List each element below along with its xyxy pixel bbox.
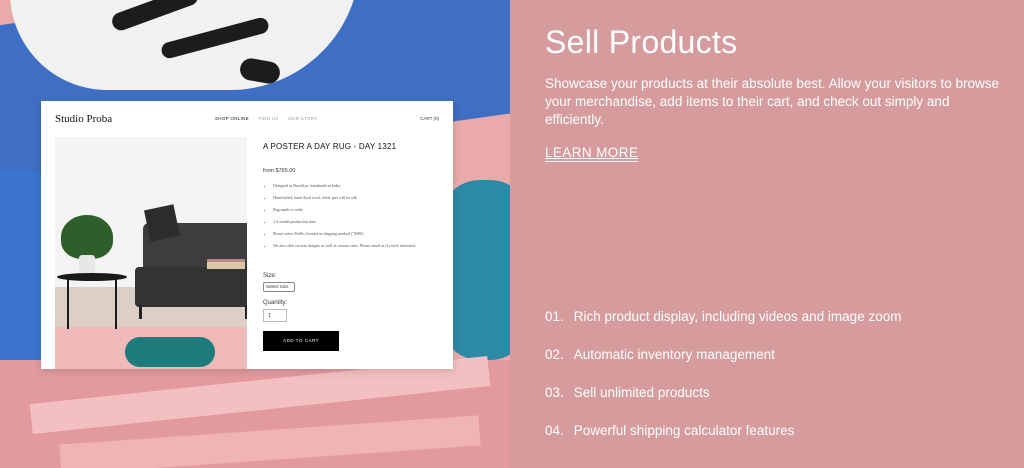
list-item: Rug made to order [273,207,448,212]
list-item: 03. Sell unlimited products [545,385,901,423]
hero-image: Studio Proba SHOP ONLINE FIND US OUR STO… [0,0,510,468]
list-item: 1-2 month production time [273,219,448,224]
list-item: We also offer custom designs as well as … [273,243,448,248]
photo-sofa-seat [135,267,247,307]
mockup-product-price: from $765.00 [263,168,296,174]
mockup-size-label: Size: [263,273,277,279]
mockup-product-bullets: Designed in Brooklyn, handmade in India … [273,183,448,255]
mockup-quantity-label: Quantity: [263,300,288,306]
feature-number: 03. [545,385,564,400]
feature-text: Powerful shipping calculator features [573,423,795,438]
learn-more-link[interactable]: LEARN MORE [545,145,639,162]
zebra-stripe [238,56,282,86]
feature-list: 01. Rich product display, including video… [545,309,901,461]
mockup-quantity-input: 1 [263,309,287,322]
feature-panel: Sell Products Showcase your products at … [510,0,1024,468]
page-title: Sell Products [545,24,738,60]
store-mockup-card: Studio Proba SHOP ONLINE FIND US OUR STO… [41,101,453,369]
mockup-product-details: A POSTER A DAY RUG - DAY 1321 from $765.… [263,101,443,369]
mockup-add-to-cart-button: ADD TO CART [263,331,339,351]
mockup-size-select: Select Size [263,282,295,292]
feature-number: 02. [545,347,564,362]
photo-table-leg [115,279,117,329]
list-item: Designed in Brooklyn, handmade in India [273,183,448,188]
photo-table-leg [67,279,69,329]
list-item: 01. Rich product display, including video… [545,309,901,347]
feature-text: Sell unlimited products [573,385,710,400]
mockup-nav-shop: SHOP ONLINE [215,116,249,121]
mockup-product-photo [55,137,247,369]
zebra-stripe [159,16,271,60]
feature-number: 01. [545,309,564,324]
list-item: Please select FedEx Ground as shipping m… [273,231,448,236]
photo-sofa-leg [139,305,142,319]
zebra-stripe [109,0,201,33]
photo-plant [61,215,113,259]
list-item: 02. Automatic inventory management [545,347,901,385]
list-item: 04. Powerful shipping calculator features [545,423,901,461]
feature-text: Automatic inventory management [573,347,775,362]
photo-plant-pot [79,255,95,275]
feature-description: Showcase your products at their absolute… [545,76,999,127]
photo-books [207,259,245,269]
mockup-product-title: A POSTER A DAY RUG - DAY 1321 [263,142,397,151]
list-item: Hand-tufted, hand dyed wool, silver part… [273,195,448,200]
photo-pillow [144,204,180,242]
feature-text: Rich product display, including videos a… [573,309,902,324]
mockup-brand: Studio Proba [55,113,113,125]
photo-sofa-leg [245,305,247,319]
feature-number: 04. [545,423,564,438]
photo-rug-accent [125,337,215,367]
